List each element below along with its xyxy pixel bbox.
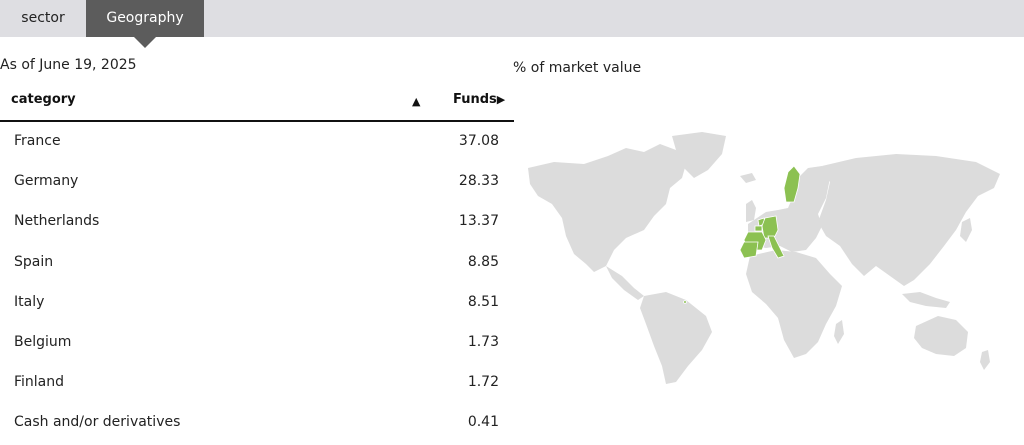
row-category: Cash and/or derivatives: [14, 414, 181, 431]
row-category: Germany: [14, 173, 79, 190]
map-asia: [818, 154, 1000, 286]
table-row: Finland 1.72: [0, 363, 514, 403]
holdings-table: France 37.08 Germany 28.33 Netherlands 13.3…: [0, 122, 514, 444]
row-value: 37.08: [458, 133, 499, 149]
active-tab-caret-icon: [134, 37, 156, 48]
tab-sector[interactable]: sector: [0, 0, 86, 37]
expand-right-icon: ▶: [496, 93, 506, 106]
row-category: Netherlands: [14, 213, 100, 230]
tab-geography-label: Geography: [106, 10, 184, 26]
row-category: Spain: [14, 253, 54, 270]
map-south-america: [640, 292, 712, 384]
world-map: [528, 132, 1000, 384]
map-north-america: [528, 144, 686, 272]
map-madagascar: [834, 320, 844, 344]
row-category: France: [14, 133, 61, 149]
funds-header-label: Funds: [453, 92, 497, 107]
table-row: Cash and/or derivatives 0.41: [0, 403, 514, 443]
row-value: 8.51: [467, 293, 499, 310]
as-of-date: As of June 19, 2025: [0, 57, 137, 73]
map-africa: [746, 250, 842, 358]
column-header-category: category: [11, 92, 76, 107]
row-value: 0.41: [467, 414, 499, 431]
row-value: 1.73: [467, 333, 499, 350]
row-category: Belgium: [14, 333, 72, 350]
table-row: France 37.08: [0, 122, 514, 162]
map-indonesia: [902, 292, 950, 308]
map-caption: % of market value: [513, 60, 642, 76]
row-value: 13.37: [458, 213, 499, 230]
map-uk: [746, 200, 756, 222]
map-iceland: [740, 173, 756, 183]
row-value: 28.33: [458, 173, 499, 190]
row-value: 1.72: [467, 374, 499, 391]
map-new-zealand: [980, 350, 990, 370]
map-central-america: [606, 266, 644, 300]
table-row: Italy 8.51: [0, 283, 514, 323]
map-spain: [739, 241, 759, 259]
map-japan: [960, 218, 972, 242]
row-category: Finland: [14, 374, 65, 391]
map-australia: [914, 316, 968, 356]
row-value: 8.85: [467, 253, 499, 270]
column-header-funds[interactable]: Funds▶: [453, 92, 505, 107]
table-row: Belgium 1.73: [0, 323, 514, 363]
map-germany: [761, 215, 779, 239]
table-row: Spain 8.85: [0, 243, 514, 283]
tab-geography[interactable]: Geography: [86, 0, 204, 48]
table-row: Germany 28.33: [0, 162, 514, 202]
table-row: Netherlands 13.37: [0, 202, 514, 242]
sort-ascending-icon[interactable]: ▲: [412, 95, 420, 108]
map-belgium: [754, 225, 763, 232]
row-category: Italy: [14, 293, 45, 310]
tab-bar: sector Geography: [0, 0, 1024, 48]
map-small-territory: [683, 300, 687, 304]
